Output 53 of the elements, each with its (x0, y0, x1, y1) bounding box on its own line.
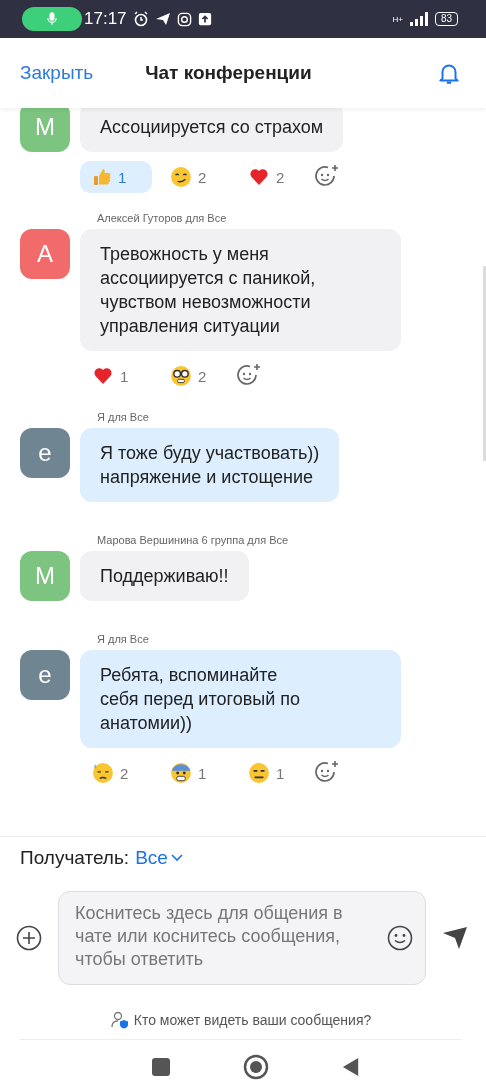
add-icon[interactable] (16, 925, 42, 951)
send-icon (154, 11, 171, 27)
home-button[interactable] (243, 1054, 270, 1080)
emoji-icon[interactable] (387, 925, 413, 951)
thumbs-up-icon (92, 167, 112, 187)
alarm-icon (132, 11, 149, 27)
battery-level: 83 (434, 12, 458, 26)
reaction-button[interactable]: 2 (158, 359, 230, 393)
message-bubble: Поддерживаю!! (80, 551, 249, 601)
avatar: А (20, 229, 70, 279)
recipient-label: Получатель: (20, 847, 130, 869)
avatar: е (20, 428, 70, 478)
reaction-button[interactable]: 2 (158, 160, 230, 194)
close-link[interactable]: Закрыть (20, 62, 94, 84)
smirking-face-icon (170, 166, 192, 188)
sender-name: Я для Все (97, 411, 150, 423)
clock-time: 17:17 (84, 9, 127, 29)
recipient-dropdown[interactable]: Все (135, 847, 183, 869)
network-type: H+ (392, 14, 403, 24)
chat-title: Чат конференции (145, 62, 313, 84)
reaction-button[interactable]: 2 (236, 161, 308, 193)
glasses-face-icon (170, 365, 192, 387)
message-bubble: Ассоциируется со страхом (80, 108, 344, 152)
flat-face-icon (248, 762, 270, 784)
message-bubble: Я тоже буду участвовать)) напряжение и истощение (80, 428, 340, 502)
send-icon[interactable] (442, 925, 468, 951)
heart-icon (248, 167, 270, 187)
sender-name: Алексей Гуторов для Все (97, 212, 228, 224)
reaction-button[interactable]: 2 (80, 756, 152, 790)
user-shield-icon (110, 1011, 129, 1029)
heart-icon (92, 366, 114, 386)
chevron-down-icon (170, 854, 183, 862)
signal-icon (408, 12, 429, 26)
message-bubble: Ребята, вспоминайте себя перед итоговый по анатомии)) (80, 650, 401, 748)
microphone-indicator (22, 7, 82, 31)
avatar: М (20, 551, 70, 601)
avatar: М (20, 108, 70, 152)
privacy-link[interactable]: Кто может видеть ваши сообщения? (133, 1012, 372, 1028)
sender-name: Марова Вершинина 6 группа для Все (97, 534, 290, 546)
message-bubble: Тревожность у меня ассоциируется с паникой, чувством невозможности управления ситуации (80, 229, 401, 351)
sweat-face-icon (92, 762, 114, 784)
camera-icon (176, 11, 192, 27)
recent-apps-button[interactable] (151, 1057, 172, 1077)
scared-face-icon (170, 762, 192, 784)
reaction-button[interactable]: 1 (80, 161, 152, 193)
message-input-field[interactable]: Коснитесь здесь для общения в чате или коснитесь сообщения, чтобы ответить (58, 891, 426, 985)
reaction-button[interactable]: 1 (158, 756, 230, 790)
reaction-button[interactable]: 1 (80, 360, 152, 392)
sender-name: Я для Все (97, 633, 150, 645)
back-button[interactable] (341, 1056, 360, 1078)
upload-icon (197, 12, 212, 26)
avatar: е (20, 650, 70, 700)
reaction-button[interactable]: 1 (236, 756, 308, 790)
